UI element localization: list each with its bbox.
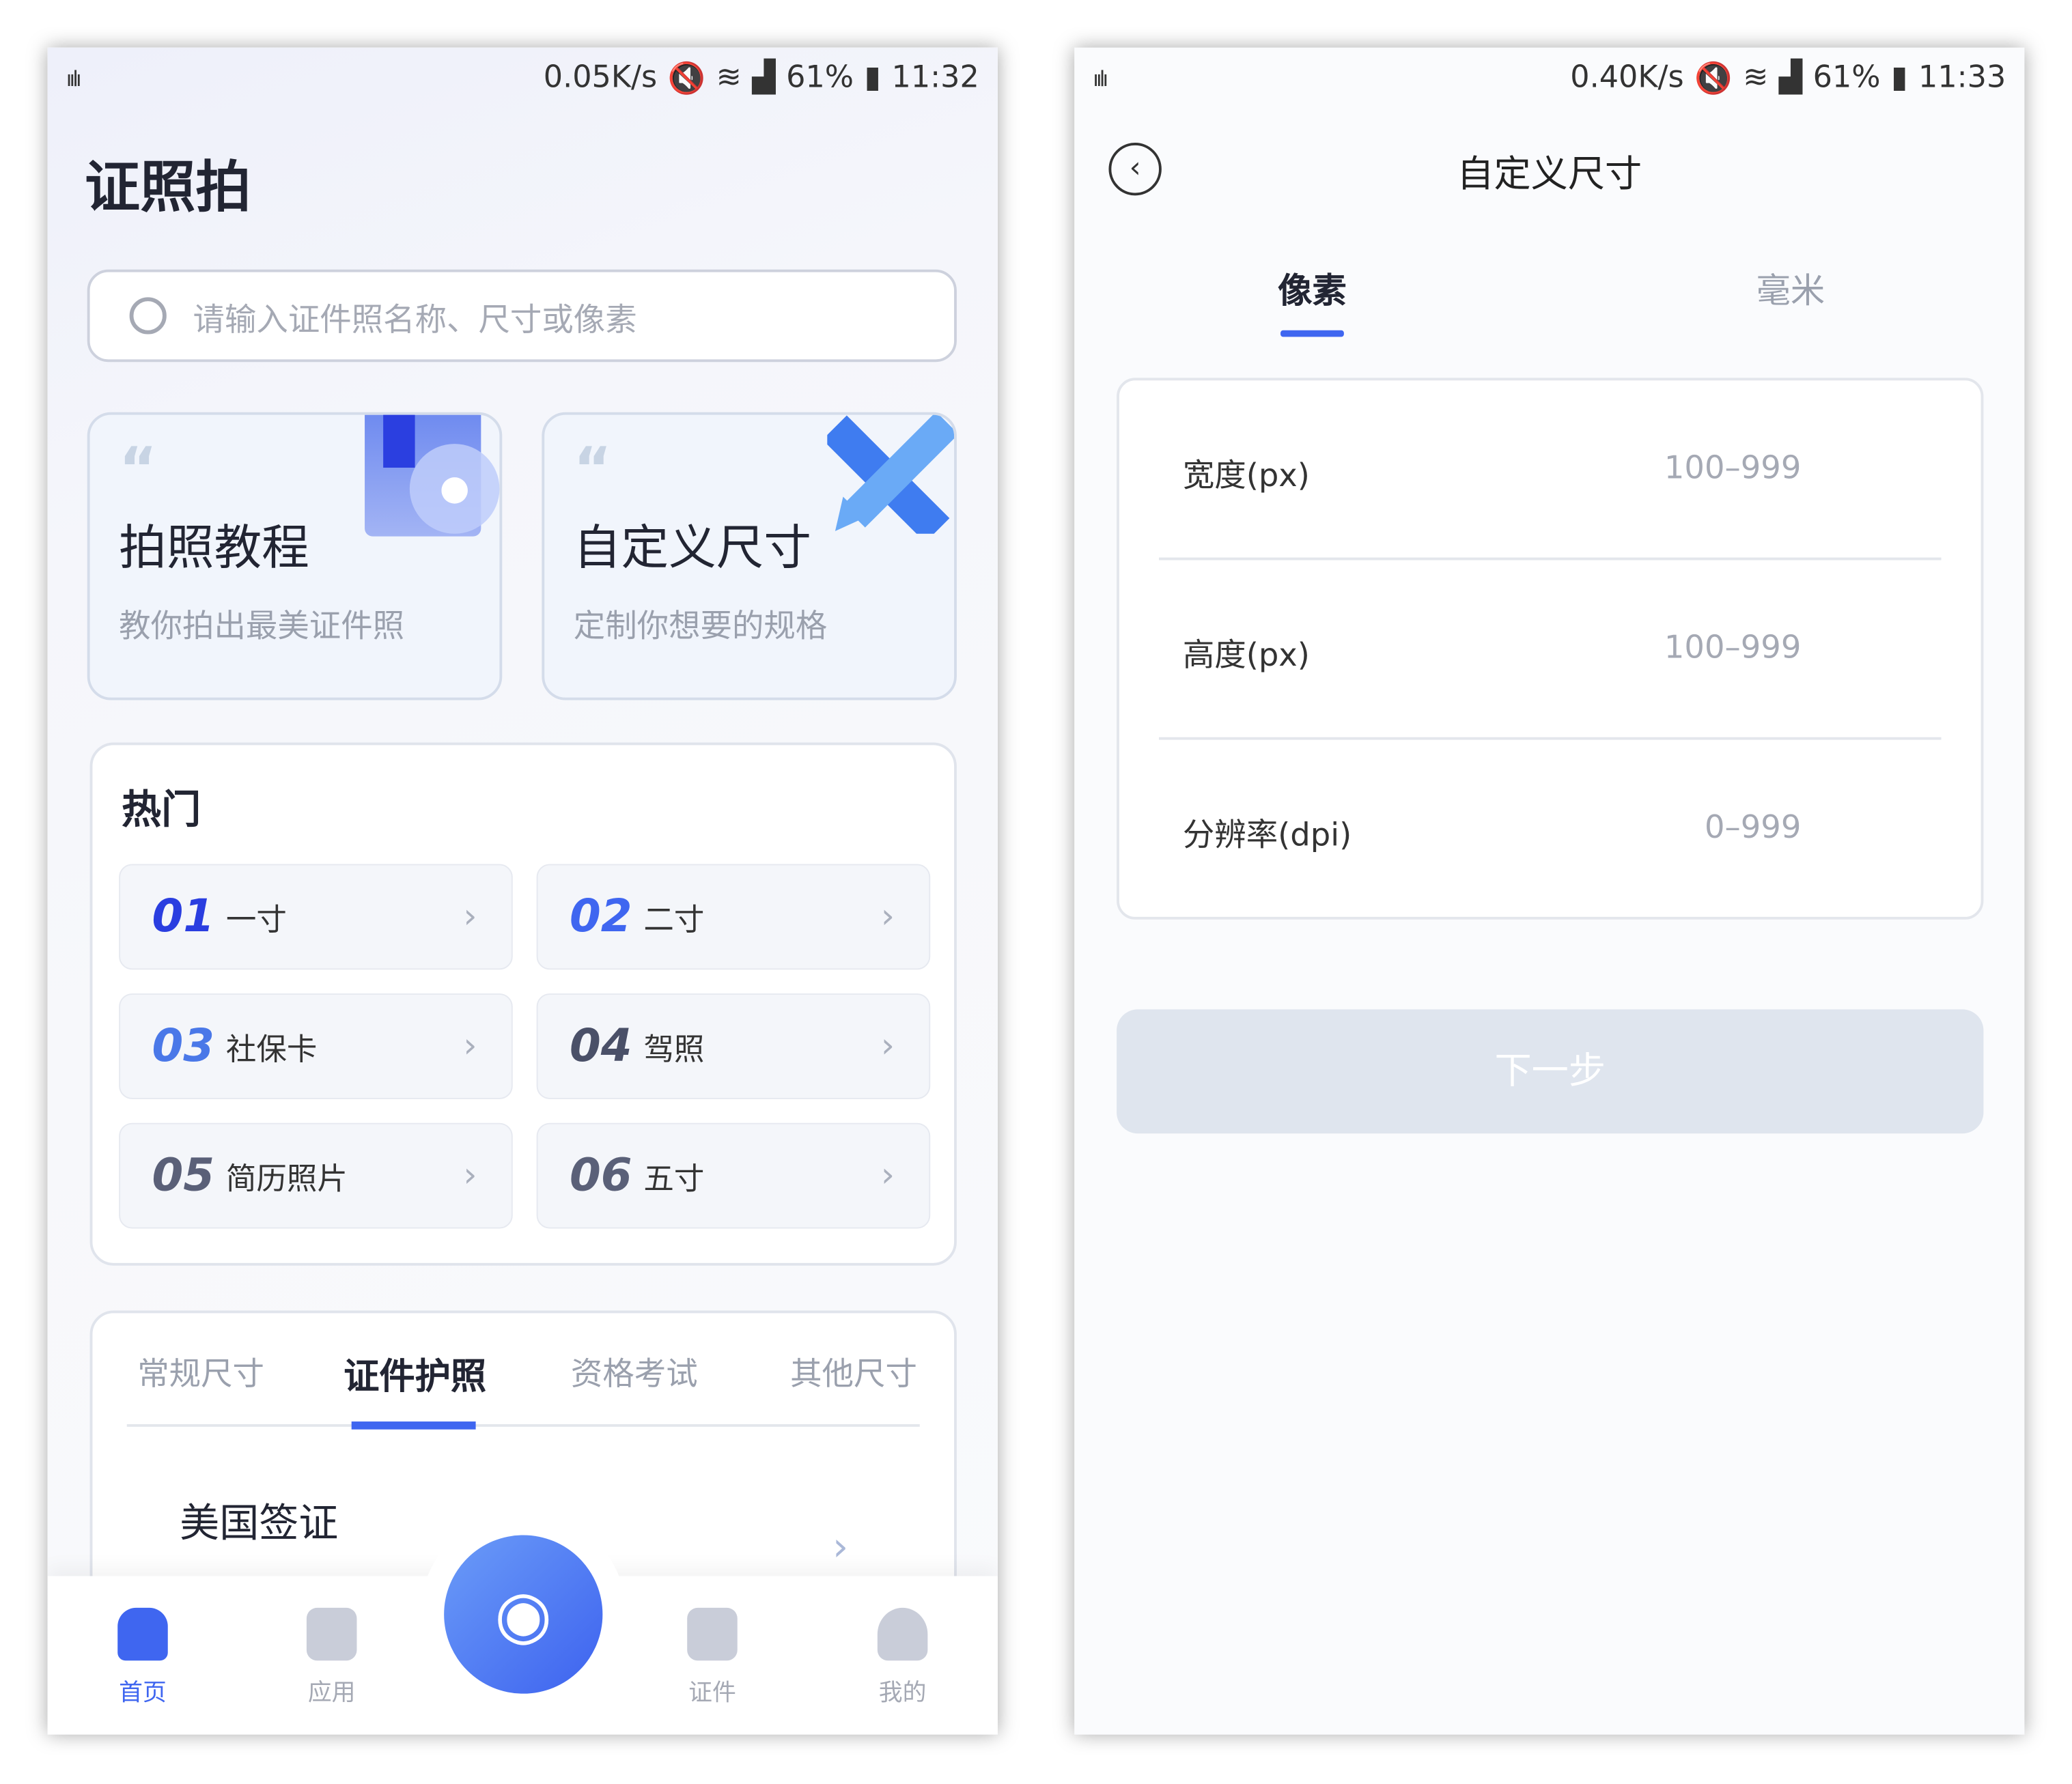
battery-level: 61% — [786, 61, 854, 96]
tab-millimeters[interactable]: 毫米 — [1756, 264, 1825, 313]
chevron-right-icon: › — [880, 896, 895, 937]
chevron-right-icon: › — [463, 896, 477, 937]
card-title: 拍照教程 — [119, 522, 309, 576]
quote-icon: “ — [119, 436, 158, 504]
hot-section: 热门 01 一寸 › 02 二寸 › 03 社保卡 › 04 驾照 › 05 简历照片 › 06 五寸… — [89, 742, 957, 1266]
chevron-right-icon: › — [880, 1026, 895, 1066]
chevron-right-icon: › — [832, 1524, 849, 1571]
card-subtitle: 定制你想要的规格 — [573, 608, 828, 645]
hot-item[interactable]: 03 社保卡 › — [119, 993, 513, 1099]
hot-item[interactable]: 04 驾照 › — [536, 993, 931, 1099]
ruler-pencil-icon — [827, 414, 955, 534]
hot-item[interactable]: 05 简历照片 › — [119, 1122, 513, 1229]
item-number: 06 — [569, 1149, 632, 1202]
signal-icon: ▟ — [1778, 61, 1803, 96]
apps-icon — [306, 1607, 357, 1661]
item-label: 社保卡 — [225, 1033, 318, 1068]
home-screen: ıılı 0.05K/s 🔇 ≋ ▟ 61% ▮ 11:32 证照拍 请输入证件… — [47, 47, 998, 1735]
search-icon — [129, 297, 167, 335]
width-field[interactable]: 宽度(px) 100–999 — [1158, 380, 1942, 561]
tab-indicator — [351, 1421, 476, 1430]
wifi-icon: ≋ — [1743, 61, 1769, 96]
home-icon — [117, 1607, 168, 1661]
camera-button[interactable]: ◉ — [444, 1535, 603, 1694]
height-field[interactable]: 高度(px) 100–999 — [1158, 560, 1942, 740]
network-speed: 0.05K/s — [543, 61, 658, 96]
battery-icon: ▮ — [864, 61, 882, 96]
dpi-input[interactable]: 0–999 — [1705, 808, 1801, 845]
status-bar: ıılı 0.40K/s 🔇 ≋ ▟ 61% ▮ 11:33 — [1093, 58, 2006, 98]
nav-label: 首页 — [119, 1679, 167, 1708]
wifi-icon: ≋ — [716, 61, 742, 96]
camera-icon: ● — [409, 444, 500, 534]
tab-regular[interactable]: 常规尺寸 — [137, 1348, 264, 1394]
item-number: 03 — [152, 1019, 215, 1073]
signal-icon: ▟ — [752, 61, 776, 96]
battery-icon: ▮ — [1891, 61, 1908, 96]
tab-divider — [126, 1424, 920, 1427]
tab-other[interactable]: 其他尺寸 — [790, 1348, 917, 1394]
quote-icon: “ — [573, 436, 612, 504]
document-icon — [687, 1607, 738, 1661]
nav-label: 我的 — [878, 1679, 927, 1708]
item-label: 驾照 — [643, 1033, 705, 1068]
item-number: 04 — [569, 1019, 632, 1073]
tab-passport[interactable]: 证件护照 — [344, 1348, 486, 1399]
dpi-field[interactable]: 分辨率(dpi) 0–999 — [1159, 740, 1942, 920]
search-placeholder: 请输入证件照名称、尺寸或像素 — [193, 300, 637, 338]
back-button[interactable]: ‹ — [1108, 142, 1162, 196]
field-label: 分辨率(dpi) — [1182, 816, 1352, 854]
list-item[interactable]: 美国签证 — [180, 1490, 338, 1548]
app-title: 证照拍 — [84, 154, 251, 220]
width-input[interactable]: 100–999 — [1664, 449, 1802, 486]
nav-label: 证件 — [688, 1679, 736, 1708]
nav-apps[interactable]: 应用 — [279, 1607, 384, 1708]
clock: 11:33 — [1918, 61, 2006, 96]
item-label: 五寸 — [643, 1162, 705, 1198]
height-input[interactable]: 100–999 — [1664, 629, 1802, 666]
nav-home[interactable]: 首页 — [90, 1607, 196, 1708]
card-title: 自定义尺寸 — [573, 522, 812, 576]
card-subtitle: 教你拍出最美证件照 — [119, 608, 405, 645]
field-label: 宽度(px) — [1182, 457, 1310, 494]
item-label: 简历照片 — [225, 1162, 348, 1198]
item-number: 01 — [152, 890, 215, 944]
network-speed: 0.40K/s — [1570, 61, 1684, 96]
custom-size-screen: ıılı 0.40K/s 🔇 ≋ ▟ 61% ▮ 11:33 自定义尺寸 ‹ 像… — [1074, 47, 2025, 1735]
size-form: 宽度(px) 100–999 高度(px) 100–999 分辨率(dpi) 0–99… — [1117, 378, 1984, 920]
profile-icon — [877, 1607, 928, 1661]
nav-profile[interactable]: 我的 — [850, 1607, 955, 1708]
item-number: 05 — [152, 1149, 215, 1202]
tutorial-card[interactable]: ● “ 拍照教程 教你拍出最美证件照 — [87, 412, 503, 700]
page-title: 自定义尺寸 — [1457, 152, 1642, 196]
search-input[interactable]: 请输入证件照名称、尺寸或像素 — [87, 269, 957, 363]
notification-icon: ıılı — [1093, 65, 1108, 91]
mute-icon: 🔇 — [1694, 61, 1733, 96]
chevron-right-icon: › — [463, 1026, 477, 1066]
custom-size-card[interactable]: “ 自定义尺寸 定制你想要的规格 — [542, 412, 957, 700]
hot-item[interactable]: 02 二寸 › — [536, 864, 931, 970]
chevron-left-icon: ‹ — [1129, 152, 1141, 185]
clock: 11:32 — [891, 61, 979, 96]
item-number: 02 — [569, 890, 632, 944]
tab-pixels[interactable]: 像素 — [1278, 264, 1347, 313]
next-button[interactable]: 下一步 — [1117, 1009, 1984, 1134]
item-label: 二寸 — [643, 903, 705, 938]
camera-icon: ◉ — [494, 1576, 552, 1653]
mute-icon: 🔇 — [667, 61, 706, 96]
field-label: 高度(px) — [1182, 636, 1310, 674]
battery-level: 61% — [1812, 61, 1881, 96]
hot-item[interactable]: 06 五寸 › — [536, 1122, 931, 1229]
tab-exams[interactable]: 资格考试 — [571, 1348, 698, 1394]
status-bar: ıılı 0.05K/s 🔇 ≋ ▟ 61% ▮ 11:32 — [66, 58, 979, 98]
chevron-right-icon: › — [880, 1156, 895, 1196]
tab-indicator — [1280, 330, 1344, 337]
item-label: 一寸 — [225, 903, 287, 938]
hot-title: 热门 — [122, 787, 201, 834]
hot-item[interactable]: 01 一寸 › — [119, 864, 513, 970]
nav-label: 应用 — [307, 1679, 356, 1708]
notification-icon: ıılı — [66, 65, 82, 91]
chevron-right-icon: › — [463, 1156, 477, 1196]
nav-documents[interactable]: 证件 — [660, 1607, 766, 1708]
